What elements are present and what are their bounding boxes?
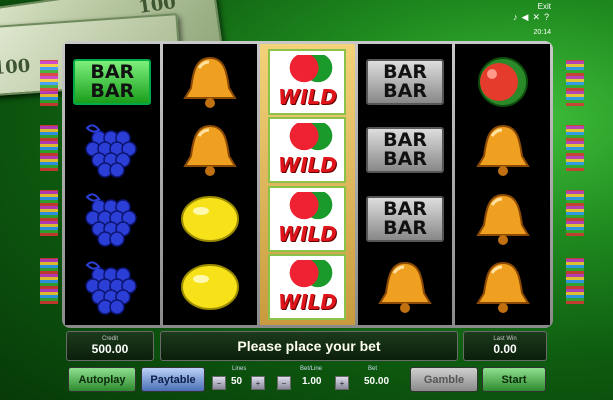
symbol-wild: WILD: [268, 117, 347, 184]
line-indicator-left: [40, 125, 58, 171]
wild-text: WILD: [278, 153, 337, 178]
reel-frame: BAR BAR WILD WILD WILD WILD BAR BAR BAR BAR BAR BAR: [62, 41, 553, 328]
settings-icons[interactable]: ♪◀✕?: [513, 12, 553, 23]
fullscreen-icon[interactable]: ✕: [532, 12, 544, 22]
jester-hat-icon: [288, 259, 335, 292]
bar-symbol: BAR BAR: [366, 195, 445, 242]
jester-hat-icon: [288, 55, 335, 88]
symbol-bar-grey: BAR BAR: [366, 187, 445, 251]
symbol-bell: [171, 50, 249, 114]
symbol-grapes: [73, 118, 151, 182]
music-icon[interactable]: ♪: [513, 12, 522, 22]
credit-display: Credit 500.00: [66, 331, 154, 361]
symbol-lemon: [171, 187, 249, 251]
wild-symbol: WILD: [268, 253, 347, 320]
line-indicator-right: [566, 60, 584, 106]
grapes-icon: [85, 193, 138, 247]
symbol-grapes: [73, 187, 151, 251]
lemon-icon: [180, 195, 239, 242]
credit-value: 500.00: [91, 342, 129, 356]
clock: 20:14: [533, 29, 551, 36]
line-indicator-right: [566, 190, 584, 236]
bar-text: BAR: [383, 197, 427, 220]
grapes-icon: [85, 124, 138, 179]
reel-4: BAR BAR BAR BAR BAR BAR: [357, 44, 453, 325]
symbol-bar-grey: BAR BAR: [366, 50, 445, 114]
symbol-wild: WILD: [268, 185, 347, 252]
symbol-bar-green: BAR BAR: [73, 50, 152, 114]
bell-icon: [183, 125, 237, 177]
reels: BAR BAR WILD WILD WILD WILD BAR BAR BAR BAR BAR BAR: [65, 44, 550, 325]
symbol-bell: [171, 118, 249, 182]
autoplay-button[interactable]: Autoplay: [68, 367, 136, 392]
wild-text: WILD: [278, 85, 337, 110]
symbol-melon: [464, 50, 542, 114]
symbol-bell: [366, 255, 444, 319]
bet-value: 50.00: [364, 376, 390, 387]
start-button[interactable]: Start: [482, 367, 546, 392]
bar-symbol: BAR BAR: [366, 127, 445, 174]
line-indicator-left: [40, 258, 58, 304]
lines-increase-button[interactable]: +: [251, 376, 265, 390]
paytable-button[interactable]: Paytable: [141, 367, 205, 392]
bar-text: BAR: [383, 148, 427, 171]
symbol-wild: WILD: [268, 49, 347, 116]
wild-symbol: WILD: [268, 49, 347, 116]
symbol-bell: [464, 255, 542, 319]
jester-hat-icon: [288, 123, 335, 156]
sound-icon[interactable]: ◀: [522, 12, 533, 22]
bar-text: BAR: [383, 216, 427, 239]
gamble-button[interactable]: Gamble: [410, 367, 478, 392]
reel-5: [455, 44, 550, 325]
reel-3: WILD WILD WILD WILD: [260, 44, 355, 325]
info-icon[interactable]: ?: [544, 12, 553, 22]
bet-line-increase-button[interactable]: +: [335, 376, 349, 390]
bar-text: BAR: [383, 80, 427, 103]
lines-decrease-button[interactable]: −: [212, 376, 226, 390]
bar-symbol: BAR BAR: [73, 59, 152, 106]
bet-label: Bet: [368, 366, 378, 372]
bell-icon: [475, 125, 530, 177]
bet-line-label: Bet/Line: [300, 366, 323, 372]
wild-text: WILD: [278, 221, 337, 246]
line-indicator-left: [40, 190, 58, 236]
wild-symbol: WILD: [268, 185, 347, 252]
symbol-bell: [464, 118, 542, 182]
grapes-icon: [85, 261, 138, 315]
symbol-bell: [464, 187, 542, 251]
last-win-value: 0.00: [493, 342, 517, 356]
money-note-text: 100: [0, 55, 31, 80]
message-display: Please place your bet: [160, 331, 458, 361]
reel-1: BAR BAR: [65, 44, 160, 325]
exit-button[interactable]: Exit: [538, 2, 551, 11]
bell-icon: [475, 261, 530, 313]
line-indicator-right: [566, 125, 584, 171]
bet-line-value: 1.00: [302, 376, 322, 387]
last-win-display: Last Win 0.00: [463, 331, 547, 361]
line-indicator-right: [566, 258, 584, 304]
bar-symbol: BAR BAR: [366, 59, 445, 106]
line-indicator-left: [40, 60, 58, 106]
bell-icon: [378, 261, 432, 313]
bell-icon: [183, 57, 237, 109]
lines-label: Lines: [232, 366, 247, 372]
jester-hat-icon: [288, 191, 335, 224]
wild-symbol: WILD: [268, 117, 347, 184]
bell-icon: [475, 193, 530, 245]
bet-line-decrease-button[interactable]: −: [277, 376, 291, 390]
lines-value: 50: [231, 376, 243, 387]
wild-text: WILD: [278, 289, 337, 314]
symbol-lemon: [171, 255, 249, 319]
symbol-bar-grey: BAR BAR: [366, 118, 445, 182]
reel-2: [162, 44, 258, 325]
bar-text: BAR: [90, 80, 135, 103]
symbol-grapes: [73, 255, 151, 319]
melon-icon: [477, 57, 528, 108]
symbol-wild: WILD: [268, 253, 347, 320]
lemon-icon: [180, 263, 239, 310]
